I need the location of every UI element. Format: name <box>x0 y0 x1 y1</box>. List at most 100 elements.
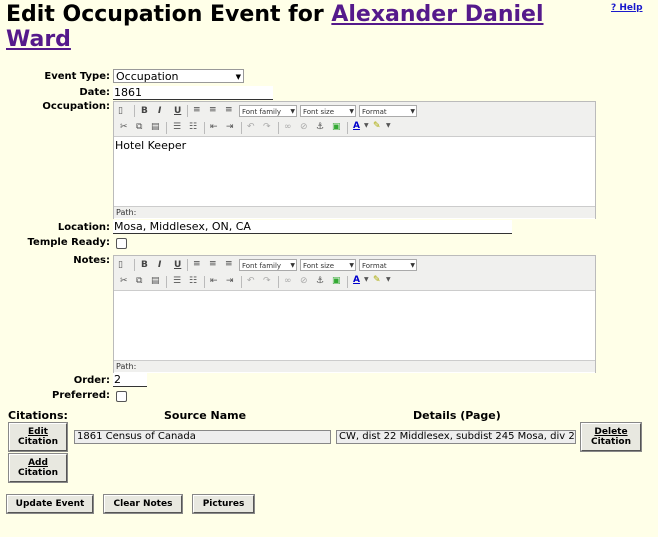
chevron-down-icon[interactable]: ▼ <box>364 122 369 129</box>
chevron-down-icon[interactable]: ▼ <box>364 276 369 283</box>
update-event-button[interactable]: Update Event <box>6 494 94 514</box>
cut-icon[interactable]: ✂ <box>120 276 128 286</box>
chevron-down-icon: ▼ <box>290 262 295 269</box>
notes-label: Notes: <box>73 255 110 266</box>
chevron-down-icon: ▼ <box>410 262 415 269</box>
format-select[interactable]: Format ▼ <box>359 105 417 117</box>
date-label: Date: <box>79 87 110 98</box>
occupation-editor-path: Path: <box>114 206 595 218</box>
location-label: Location: <box>57 222 110 233</box>
image-icon[interactable]: ▣ <box>332 122 341 132</box>
edit-citation-button[interactable]: Edit Citation <box>8 422 68 452</box>
align-right-icon[interactable]: ≡ <box>225 105 233 115</box>
undo-icon[interactable]: ↶ <box>247 276 255 286</box>
toolbar-divider <box>166 276 167 288</box>
date-input[interactable]: 1861 <box>113 86 273 100</box>
chevron-down-icon[interactable]: ▼ <box>386 122 391 129</box>
chevron-down-icon[interactable]: ▼ <box>386 276 391 283</box>
cut-icon[interactable]: ✂ <box>120 122 128 132</box>
order-input[interactable]: 2 <box>113 373 147 387</box>
temple-ready-checkbox[interactable] <box>116 238 127 249</box>
citation-details-field: CW, dist 22 Middlesex, subdist 245 Mosa,… <box>336 430 576 444</box>
anchor-icon[interactable]: ⚓ <box>316 276 324 286</box>
outdent-icon[interactable]: ⇤ <box>210 122 218 132</box>
clear-notes-label: Clear Notes <box>113 499 173 509</box>
notes-editor-toolbar: ▯ B I U ≡ ≡ ≡ Font family ▼ Font size ▼ … <box>114 256 595 291</box>
toolbar-divider <box>278 122 279 134</box>
bullet-list-icon[interactable]: ☰ <box>173 122 181 132</box>
pictures-button[interactable]: Pictures <box>192 494 255 514</box>
link-icon[interactable]: ∞ <box>284 276 292 286</box>
clear-notes-button[interactable]: Clear Notes <box>103 494 183 514</box>
underline-icon[interactable]: U <box>174 106 181 116</box>
preferred-checkbox[interactable] <box>116 391 127 402</box>
font-size-select[interactable]: Font size ▼ <box>300 259 356 271</box>
text-color-icon[interactable]: A <box>353 121 360 131</box>
add-citation-button[interactable]: Add Citation <box>8 453 68 483</box>
bold-icon[interactable]: B <box>141 260 148 270</box>
chevron-down-icon: ▼ <box>349 108 354 115</box>
paste-icon[interactable]: ▤ <box>151 122 160 132</box>
bullet-list-icon[interactable]: ☰ <box>173 276 181 286</box>
indent-icon[interactable]: ⇥ <box>226 276 234 286</box>
citation-source-field: 1861 Census of Canada <box>74 430 331 444</box>
event-type-value: Occupation <box>116 70 179 83</box>
format-value: Format <box>362 108 387 116</box>
image-icon[interactable]: ▣ <box>332 276 341 286</box>
text-color-icon[interactable]: A <box>353 275 360 285</box>
order-label: Order: <box>73 375 110 386</box>
align-center-icon[interactable]: ≡ <box>209 259 217 269</box>
redo-icon[interactable]: ↷ <box>263 276 271 286</box>
highlight-color-icon[interactable]: ✎ <box>373 121 381 131</box>
occupation-text: Hotel Keeper <box>115 139 187 152</box>
align-left-icon[interactable]: ≡ <box>193 105 201 115</box>
details-page-header: Details (Page) <box>413 409 501 422</box>
anchor-icon[interactable]: ⚓ <box>316 122 324 132</box>
edit-citation-label-1: Edit <box>28 427 48 437</box>
align-center-icon[interactable]: ≡ <box>209 105 217 115</box>
occupation-label: Occupation: <box>42 101 110 112</box>
highlight-color-icon[interactable]: ✎ <box>373 275 381 285</box>
undo-icon[interactable]: ↶ <box>247 122 255 132</box>
outdent-icon[interactable]: ⇤ <box>210 276 218 286</box>
location-input[interactable]: Mosa, Middlesex, ON, CA <box>113 220 512 234</box>
copy-icon[interactable]: ⧉ <box>136 276 142 286</box>
indent-icon[interactable]: ⇥ <box>226 122 234 132</box>
path-label: Path: <box>116 362 137 371</box>
event-type-select[interactable]: Occupation ▼ <box>113 69 244 83</box>
citations-label: Citations: <box>8 409 68 422</box>
chevron-down-icon: ▼ <box>349 262 354 269</box>
new-document-icon[interactable]: ▯ <box>118 106 123 116</box>
underline-icon[interactable]: U <box>174 260 181 270</box>
italic-icon[interactable]: I <box>158 260 161 270</box>
delete-citation-button[interactable]: Delete Citation <box>580 422 642 452</box>
numbered-list-icon[interactable]: ☷ <box>189 122 197 132</box>
occupation-editor[interactable]: ▯ B I U ≡ ≡ ≡ Font family ▼ Font size ▼ … <box>113 101 596 219</box>
align-left-icon[interactable]: ≡ <box>193 259 201 269</box>
font-size-value: Font size <box>303 262 335 270</box>
unlink-icon[interactable]: ⊘ <box>300 122 308 132</box>
toolbar-divider <box>278 276 279 288</box>
bold-icon[interactable]: B <box>141 106 148 116</box>
notes-editor[interactable]: ▯ B I U ≡ ≡ ≡ Font family ▼ Font size ▼ … <box>113 255 596 373</box>
font-family-select[interactable]: Font family ▼ <box>239 105 297 117</box>
paste-icon[interactable]: ▤ <box>151 276 160 286</box>
title-prefix: Edit Occupation Event for <box>6 2 332 27</box>
unlink-icon[interactable]: ⊘ <box>300 276 308 286</box>
numbered-list-icon[interactable]: ☷ <box>189 276 197 286</box>
new-document-icon[interactable]: ▯ <box>118 260 123 270</box>
italic-icon[interactable]: I <box>158 106 161 116</box>
copy-icon[interactable]: ⧉ <box>136 122 142 132</box>
font-size-select[interactable]: Font size ▼ <box>300 105 356 117</box>
align-right-icon[interactable]: ≡ <box>225 259 233 269</box>
font-family-value: Font family <box>242 108 282 116</box>
font-family-select[interactable]: Font family ▼ <box>239 259 297 271</box>
format-select[interactable]: Format ▼ <box>359 259 417 271</box>
font-family-value: Font family <box>242 262 282 270</box>
event-type-label: Event Type: <box>44 71 110 82</box>
source-name-header: Source Name <box>164 409 247 422</box>
edit-citation-label-2: Citation <box>17 437 59 447</box>
help-link[interactable]: ? Help <box>611 3 643 13</box>
redo-icon[interactable]: ↷ <box>263 122 271 132</box>
link-icon[interactable]: ∞ <box>284 122 292 132</box>
